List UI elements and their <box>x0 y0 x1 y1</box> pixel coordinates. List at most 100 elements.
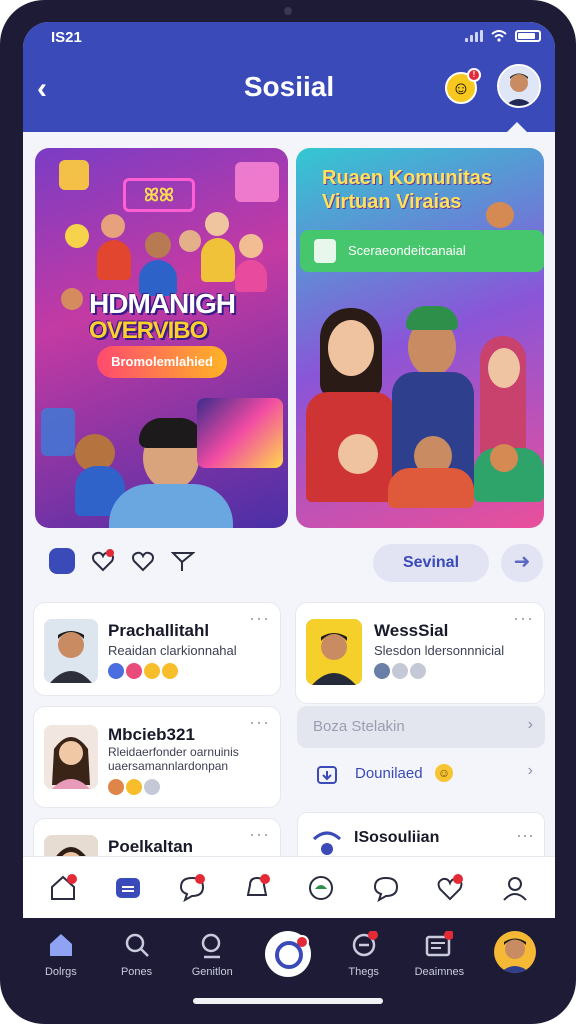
feed-icon[interactable] <box>113 873 143 903</box>
nav-label: Dolrgs <box>44 965 77 978</box>
card-name: Mbcieb321 <box>108 725 195 744</box>
profile-card[interactable]: ··· WessSial Slesdon ldersonnnicial <box>295 602 545 704</box>
home-icon <box>49 933 72 956</box>
character-head <box>205 212 229 236</box>
nav-item-home[interactable]: Dolrgs <box>29 931 93 978</box>
video-screen <box>197 398 283 468</box>
chat-icon[interactable] <box>177 873 207 903</box>
nav-item-messages[interactable]: Deaimnes <box>407 929 471 978</box>
profile-card[interactable]: ··· Mbcieb321 Rleidaerfonder oarnuinis u… <box>33 706 281 808</box>
card-name: WessSial <box>374 621 449 640</box>
card-subtitle: Rleidaerfonder oarnuinis <box>108 745 239 759</box>
action-icons <box>49 548 195 574</box>
app-header: IS21 ‹ Sosiial ☺ ! <box>23 22 555 132</box>
reaction-icons <box>374 663 426 679</box>
download-row[interactable]: Dounilaed ☺ › <box>297 752 545 796</box>
smiley-icon[interactable]: ☺ ! <box>445 68 481 104</box>
reaction-icons <box>108 663 178 679</box>
love-icon <box>126 663 142 679</box>
chat-icon <box>352 929 378 956</box>
banner-title: HDMANIGH OVERVIBO <box>89 288 236 345</box>
avatar[interactable] <box>497 64 541 108</box>
signal-icon <box>465 30 483 42</box>
battery-icon <box>515 30 541 42</box>
camera-dot <box>284 7 292 15</box>
bottom-nav: Dolrgs Pones Genitlon Thegs Deaimnes <box>23 918 553 990</box>
forward-arrow-button[interactable]: ➜ <box>501 544 543 582</box>
notification-badge: ! <box>467 68 481 82</box>
video-screen <box>59 160 89 190</box>
status-time: IS21 <box>51 29 82 46</box>
reaction-icon <box>392 663 408 679</box>
character-body <box>235 260 267 292</box>
favorite-icon[interactable] <box>435 873 465 903</box>
more-options-icon[interactable]: ··· <box>249 825 270 843</box>
app-screen: IS21 ‹ Sosiial ☺ ! ꕤꕤ HDMANIGH OVERVIBO … <box>23 22 555 918</box>
community-icon[interactable] <box>306 873 336 903</box>
more-options-icon[interactable]: ··· <box>516 825 534 846</box>
card-subtitle: Slesdon ldersonnnicial <box>374 643 505 658</box>
character-head <box>65 224 89 248</box>
more-options-icon[interactable]: ··· <box>249 609 270 627</box>
avatar <box>44 619 98 683</box>
banner-cta-button[interactable]: Bromolemlahied <box>97 346 227 378</box>
nav-item-profile[interactable] <box>483 931 547 977</box>
banner-left[interactable]: ꕤꕤ HDMANIGH OVERVIBO Bromolemlahied <box>35 148 288 528</box>
phone-frame: IS21 ‹ Sosiial ☺ ! ꕤꕤ HDMANIGH OVERVIBO … <box>0 0 576 1024</box>
bear-icon <box>486 202 514 228</box>
emoji-icon: ☺ <box>435 764 453 782</box>
reaction-icon <box>108 779 124 795</box>
character-body <box>97 240 131 280</box>
more-options-icon[interactable]: ··· <box>249 713 270 731</box>
download-icon <box>317 766 337 784</box>
search-icon <box>125 933 149 957</box>
heart-icon[interactable] <box>91 549 115 573</box>
create-button[interactable] <box>264 931 311 977</box>
cap <box>406 306 458 330</box>
share-icon[interactable] <box>49 548 75 574</box>
wow-icon <box>162 663 178 679</box>
profile-icon[interactable] <box>500 873 530 903</box>
notification-badge <box>294 935 309 949</box>
message-icon[interactable] <box>371 873 401 903</box>
character-head <box>145 232 171 258</box>
character-body <box>201 238 235 282</box>
nav-item-create[interactable] <box>256 931 320 977</box>
heart-outline-icon[interactable] <box>131 549 155 573</box>
nav-label: Deaimnes <box>414 965 465 978</box>
avatar <box>306 619 362 685</box>
banner-info-bar[interactable]: Sceraeondeitcanaial <box>300 230 544 272</box>
nav-item-tags[interactable]: Thegs <box>332 929 396 978</box>
character-head <box>101 214 125 238</box>
profile-card[interactable]: ··· Prachallitahl Reaidan clarkionnahal <box>33 602 281 696</box>
reaction-icon <box>374 663 390 679</box>
notification-icon[interactable] <box>242 873 272 903</box>
reaction-icon <box>126 779 142 795</box>
inbox-icon <box>426 929 455 956</box>
child-shirt <box>388 468 474 508</box>
send-icon[interactable] <box>171 549 195 573</box>
list-row[interactable]: Boza Stelakin › <box>297 706 545 748</box>
home-indicator[interactable] <box>193 998 383 1004</box>
card-subtitle: uaersamannlardonpan <box>108 759 229 773</box>
like-icon <box>108 663 124 679</box>
video-screen <box>235 162 279 202</box>
card-name: Poelkaltan <box>108 837 194 856</box>
child-face <box>338 434 378 474</box>
boy-shirt <box>109 484 233 528</box>
bear-icon <box>490 444 518 472</box>
neon-sign: ꕤꕤ <box>123 178 195 212</box>
avatar <box>494 931 537 973</box>
more-options-icon[interactable]: ··· <box>513 609 534 627</box>
avatar <box>44 725 98 789</box>
nav-item-search[interactable]: Pones <box>105 931 169 978</box>
banner-right[interactable]: Ruaen Komunitas Virtuan Viraias Sceraeon… <box>296 148 544 528</box>
nav-item-explore[interactable]: Genitlon <box>180 931 244 978</box>
primary-action-button[interactable]: Sevinal <box>373 544 489 582</box>
reaction-icon <box>144 779 160 795</box>
reaction-icon <box>410 663 426 679</box>
chevron-right-icon: › <box>527 762 533 779</box>
boy-hair <box>139 418 203 448</box>
home-icon[interactable] <box>48 873 78 903</box>
phone-icon <box>314 239 336 263</box>
